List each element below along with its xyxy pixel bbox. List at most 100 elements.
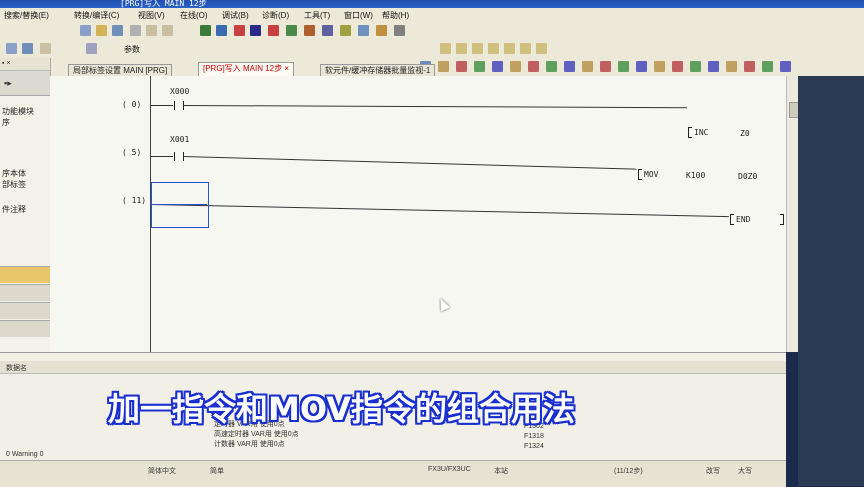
nav-item-program-body[interactable]: 序本体 bbox=[0, 168, 50, 179]
coil-icon[interactable] bbox=[488, 43, 499, 54]
help-icon[interactable] bbox=[86, 43, 97, 54]
status-plc-type: FX3U/FX3UC bbox=[428, 466, 471, 473]
ladder-cursor[interactable] bbox=[151, 182, 209, 228]
menu-bar: 搜索/替换(E) 转换/编译(C) 视图(V) 在线(O) 调试(B) 诊断(D… bbox=[0, 8, 864, 23]
warning-count: 0 Warning 0 bbox=[6, 451, 44, 458]
step-number: ( 5) bbox=[122, 148, 142, 157]
parallel-icon[interactable] bbox=[472, 43, 483, 54]
convert-icon[interactable] bbox=[250, 25, 261, 36]
vline-icon[interactable] bbox=[536, 43, 547, 54]
title-bar: [PRG]写入 MAIN 12步 bbox=[0, 0, 864, 8]
menu-convert[interactable]: 转换/编译(C) bbox=[74, 10, 119, 21]
rung-wire bbox=[151, 156, 173, 157]
nav-tab-user-library[interactable] bbox=[0, 284, 50, 301]
copy-icon[interactable] bbox=[146, 25, 157, 36]
screen-edge bbox=[798, 76, 864, 486]
nav-item-device-comment[interactable]: 件注释 bbox=[0, 204, 50, 215]
instruction-icon[interactable] bbox=[504, 43, 515, 54]
output-header: 数据名 bbox=[0, 361, 786, 374]
status-steps: (11/12步) bbox=[614, 468, 643, 475]
window-title: [PRG]写入 MAIN 12步 bbox=[120, 0, 207, 8]
navigation-panel: ▪ × ▪▸ 功能模块 序 序本体 部标签 件注释 bbox=[0, 58, 51, 352]
menu-search[interactable]: 搜索/替换(E) bbox=[4, 10, 49, 21]
instruction-name[interactable]: INC bbox=[694, 128, 708, 137]
cursor-divider bbox=[151, 204, 207, 205]
instruction-operand[interactable]: D0Z0 bbox=[738, 172, 757, 181]
param-icon[interactable] bbox=[322, 25, 333, 36]
status-language: 简体中文 bbox=[148, 468, 176, 475]
nav-item-function-module[interactable]: 功能模块 bbox=[0, 106, 50, 117]
output-code: F1324 bbox=[524, 443, 544, 450]
menu-diagnose[interactable]: 诊断(D) bbox=[262, 10, 289, 21]
instruction-name[interactable]: MOV bbox=[644, 170, 658, 179]
menu-debug[interactable]: 调试(B) bbox=[222, 10, 249, 21]
read-plc-icon[interactable] bbox=[216, 25, 227, 36]
status-caps: 大写 bbox=[738, 468, 752, 475]
write-plc-icon[interactable] bbox=[200, 25, 211, 36]
instruction-bracket-left bbox=[730, 214, 734, 225]
menu-online[interactable]: 在线(O) bbox=[180, 10, 208, 21]
rung-wire bbox=[151, 105, 173, 106]
param-label[interactable]: 参数 bbox=[124, 44, 140, 55]
menu-view[interactable]: 视图(V) bbox=[138, 10, 165, 21]
zoom-icon[interactable] bbox=[358, 25, 369, 36]
nav-tab-project[interactable] bbox=[0, 266, 50, 283]
toolbar-main bbox=[0, 22, 864, 41]
monitor-icon[interactable] bbox=[234, 25, 245, 36]
save-icon[interactable] bbox=[112, 25, 123, 36]
nav-toolbar-button[interactable]: ▪▸ bbox=[0, 71, 50, 96]
rung-wire bbox=[150, 204, 729, 218]
status-bar: 简体中文 简单 FX3U/FX3UC 本站 (11/12步) 改写 大写 bbox=[0, 460, 786, 487]
cut-icon[interactable] bbox=[130, 25, 141, 36]
nav-item-local-label[interactable]: 部标签 bbox=[0, 179, 50, 190]
new-icon[interactable] bbox=[80, 25, 91, 36]
instruction-operand[interactable]: Z0 bbox=[740, 129, 750, 138]
contact-device-label: X001 bbox=[170, 135, 190, 144]
nav-item-program[interactable]: 序 bbox=[0, 117, 50, 128]
options-icon[interactable] bbox=[394, 25, 405, 36]
nav-tab-connection[interactable] bbox=[0, 302, 50, 319]
step-number: ( 11) bbox=[122, 196, 147, 205]
plc-icon[interactable] bbox=[22, 43, 33, 54]
tab-program-main[interactable]: [PRG]写入 MAIN 12步 × bbox=[198, 62, 295, 77]
rung-wire bbox=[182, 105, 687, 109]
status-overwrite: 改写 bbox=[706, 468, 720, 475]
instruction-operand[interactable]: K100 bbox=[686, 171, 705, 180]
ladder-editor[interactable]: ( 0) X000 INC Z0 ( 5) X001 MOV K100 D0Z0… bbox=[50, 76, 786, 352]
output-line: 计数器 VAR用 使用0点 bbox=[214, 441, 285, 448]
menu-help[interactable]: 帮助(H) bbox=[382, 10, 409, 21]
nav-tab-extra[interactable] bbox=[0, 320, 50, 337]
ladder-icon[interactable] bbox=[304, 25, 315, 36]
instruction-bracket-left bbox=[638, 169, 642, 180]
project-icon[interactable] bbox=[6, 43, 17, 54]
contact-device-label: X000 bbox=[170, 87, 190, 96]
editor-tabs: 局部标签设置 MAIN [PRG] [PRG]写入 MAIN 12步 × 软元件… bbox=[50, 58, 860, 77]
open-icon[interactable] bbox=[96, 25, 107, 36]
tab-batch-monitor-text: 软元件/缓冲存储器批量监视-1 bbox=[325, 66, 431, 75]
rung-wire bbox=[182, 156, 637, 170]
step-number: ( 0) bbox=[122, 100, 142, 109]
nav-panel-header[interactable]: ▪ × bbox=[0, 58, 50, 71]
contact-no-icon[interactable] bbox=[440, 43, 451, 54]
instruction-bracket-right bbox=[780, 214, 784, 225]
instruction-bracket-left bbox=[688, 127, 692, 138]
status-mode: 简单 bbox=[210, 468, 224, 475]
paste-icon[interactable] bbox=[162, 25, 173, 36]
tab-local-label-text: 局部标签设置 MAIN [PRG] bbox=[73, 66, 168, 75]
output-line: 高速定时器 VAR用 使用0点 bbox=[214, 431, 299, 438]
debug-icon[interactable] bbox=[268, 25, 279, 36]
instruction-name[interactable]: END bbox=[736, 215, 750, 224]
find-icon[interactable] bbox=[340, 25, 351, 36]
video-caption: 加一指令和MOV指令的组合用法 bbox=[108, 390, 575, 428]
menu-tools[interactable]: 工具(T) bbox=[304, 10, 330, 21]
comment-icon[interactable] bbox=[376, 25, 387, 36]
hline-icon[interactable] bbox=[520, 43, 531, 54]
status-station: 本站 bbox=[494, 468, 508, 475]
toolbar-secondary: 参数 bbox=[0, 40, 864, 59]
device-icon[interactable] bbox=[286, 25, 297, 36]
output-column-name: 数据名 bbox=[6, 365, 27, 372]
contact-nc-icon[interactable] bbox=[456, 43, 467, 54]
tab-program-main-text: [PRG]写入 MAIN 12步 bbox=[203, 64, 283, 73]
label-icon[interactable] bbox=[40, 43, 51, 54]
menu-window[interactable]: 窗口(W) bbox=[344, 10, 373, 21]
